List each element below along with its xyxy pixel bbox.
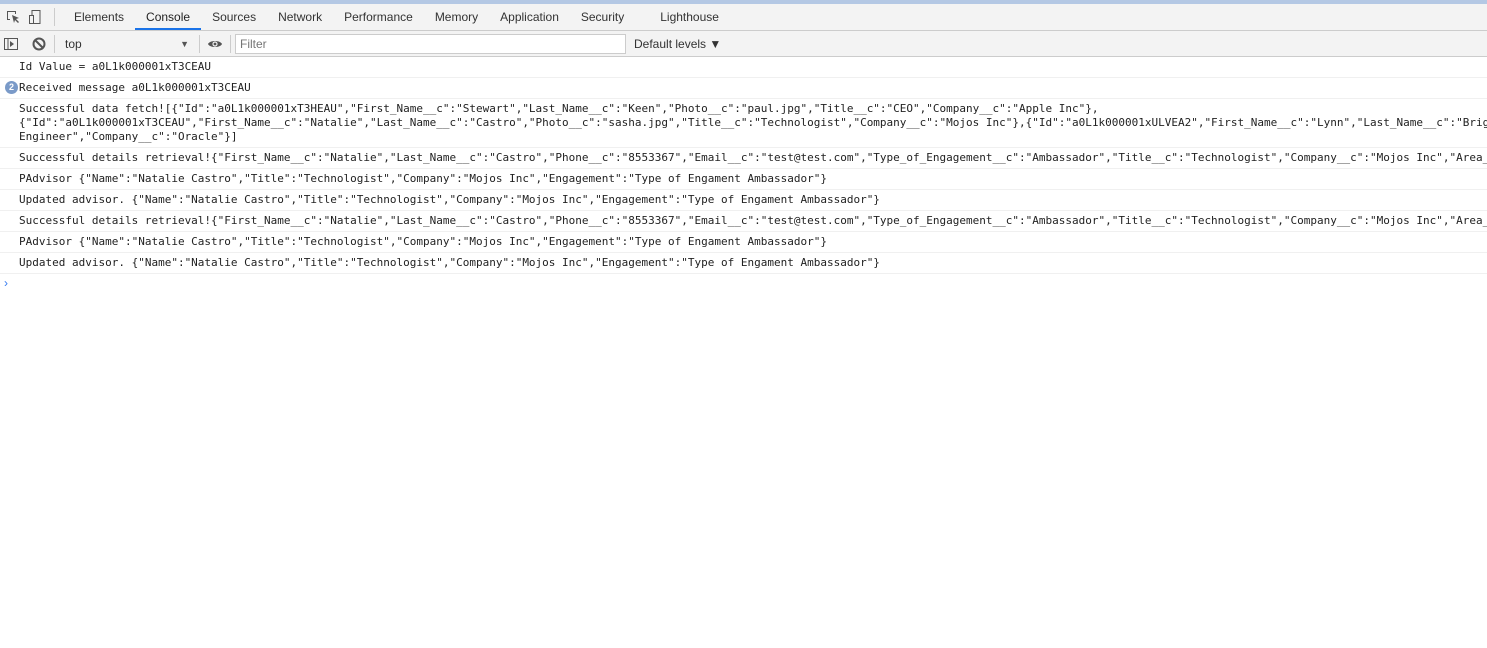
tab-application[interactable]: Application: [489, 4, 570, 30]
console-message: PAdvisor {"Name":"Natalie Castro","Title…: [0, 232, 1487, 253]
tab-performance[interactable]: Performance: [333, 4, 424, 30]
message-text: Received message a0L1k000001xT3CEAU: [19, 81, 251, 94]
divider: [199, 34, 200, 53]
console-message: 2 Received message a0L1k000001xT3CEAU: [0, 78, 1487, 99]
log-levels-dropdown[interactable]: Default levels ▼: [634, 37, 721, 51]
tab-elements[interactable]: Elements: [63, 4, 135, 30]
console-message: Id Value = a0L1k000001xT3CEAU: [0, 57, 1487, 78]
message-text: Successful data fetch![{"Id":"a0L1k00000…: [19, 102, 1099, 115]
divider: [230, 34, 231, 53]
clear-console-icon[interactable]: [28, 33, 50, 55]
tab-console[interactable]: Console: [135, 4, 202, 30]
message-text: PAdvisor {"Name":"Natalie Castro","Title…: [19, 172, 827, 185]
message-text: Updated advisor. {"Name":"Natalie Castro…: [19, 256, 880, 269]
console-message: Updated advisor. {"Name":"Natalie Castro…: [0, 253, 1487, 274]
console-toolbar: top ▼ Default levels ▼: [0, 31, 1487, 57]
console-message: Successful data fetch![{"Id":"a0L1k00000…: [0, 99, 1487, 148]
repeat-count-badge: 2: [5, 81, 18, 94]
tab-network[interactable]: Network: [267, 4, 333, 30]
tab-security[interactable]: Security: [570, 4, 635, 30]
message-text: Updated advisor. {"Name":"Natalie Castro…: [19, 193, 880, 206]
message-text: Id Value = a0L1k000001xT3CEAU: [19, 60, 212, 73]
tab-memory[interactable]: Memory: [424, 4, 489, 30]
divider: [54, 34, 55, 53]
message-text: PAdvisor {"Name":"Natalie Castro","Title…: [19, 235, 827, 248]
console-message: Updated advisor. {"Name":"Natalie Castro…: [0, 190, 1487, 211]
console-messages: Id Value = a0L1k000001xT3CEAU 2 Received m…: [0, 57, 1487, 274]
console-prompt[interactable]: ›: [0, 274, 1487, 292]
context-selector[interactable]: top ▼: [59, 37, 195, 51]
tab-sources[interactable]: Sources: [201, 4, 267, 30]
divider: [54, 8, 55, 26]
filter-input[interactable]: [235, 33, 626, 54]
message-text: Successful details retrieval!{"First_Nam…: [19, 214, 1487, 227]
eye-icon[interactable]: [204, 33, 226, 55]
console-message: PAdvisor {"Name":"Natalie Castro","Title…: [0, 169, 1487, 190]
sidebar-toggle-icon[interactable]: [0, 33, 22, 55]
tab-lighthouse[interactable]: Lighthouse: [649, 4, 730, 30]
message-text: Successful details retrieval!{"First_Nam…: [19, 151, 1487, 164]
devtools-tabbar: Elements Console Sources Network Performance…: [0, 4, 1487, 31]
console-message: Successful details retrieval!{"First_Nam…: [0, 211, 1487, 232]
chevron-down-icon: ▼: [180, 38, 189, 49]
device-toolbar-icon[interactable]: [24, 6, 46, 28]
inspect-element-icon[interactable]: [2, 6, 24, 28]
console-message: Successful details retrieval!{"First_Nam…: [0, 148, 1487, 169]
message-text: Engineer","Company__c":"Oracle"}]: [19, 130, 238, 143]
message-text: {"Id":"a0L1k000001xT3CEAU","First_Name__…: [19, 116, 1487, 129]
context-value: top: [65, 36, 82, 51]
